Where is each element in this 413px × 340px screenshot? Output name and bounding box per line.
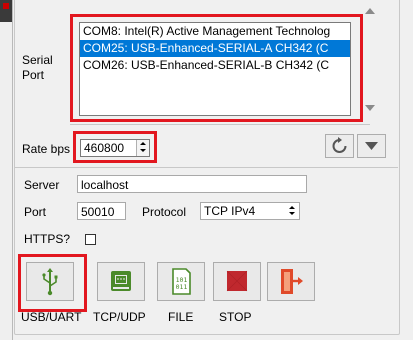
port-input[interactable]: 50010 <box>77 202 126 220</box>
rate-label: Rate bps <box>22 142 71 156</box>
binary-file-icon: 101 011 <box>172 268 191 295</box>
usb-uart-button[interactable] <box>26 262 74 301</box>
svg-text:011: 011 <box>176 283 188 291</box>
network-board-icon <box>111 271 131 291</box>
separator <box>15 167 398 168</box>
serial-port-item[interactable]: COM25: USB-Enhanced-SERIAL-A CH342 (C <box>80 40 350 57</box>
rate-spinbox[interactable]: 460800 <box>80 139 150 157</box>
options-dropdown-button[interactable] <box>357 134 386 158</box>
serial-port-label-line1: Serial <box>22 53 53 67</box>
server-label: Server <box>24 178 60 192</box>
spin-up-icon[interactable] <box>140 142 146 145</box>
scroll-up-arrow[interactable] <box>365 8 375 14</box>
tcp-udp-caption: TCP/UDP <box>93 310 146 324</box>
serial-port-list[interactable]: COM8: Intel(R) Active Management Technol… <box>79 22 351 116</box>
protocol-select[interactable]: TCP IPv4 <box>200 202 300 220</box>
exit-button[interactable] <box>267 262 315 301</box>
port-label: Port <box>24 205 47 219</box>
tcp-udp-button[interactable] <box>97 262 145 301</box>
left-edge-panel <box>0 0 13 340</box>
usb-uart-caption: USB/UART <box>21 310 82 324</box>
usb-icon <box>42 268 58 296</box>
refresh-button[interactable] <box>325 134 354 158</box>
protocol-value: TCP IPv4 <box>204 204 256 218</box>
select-spin-icon <box>287 205 297 215</box>
https-label: HTTPS? <box>24 232 71 246</box>
stop-caption: STOP <box>219 310 252 324</box>
serial-port-label-line2: Port <box>22 68 45 82</box>
separator <box>70 124 370 125</box>
triangle-down-icon <box>365 142 378 150</box>
exit-icon <box>281 269 303 294</box>
scroll-down-arrow[interactable] <box>365 105 375 111</box>
rate-value: 460800 <box>84 141 125 155</box>
refresh-icon <box>332 137 347 153</box>
serial-port-item[interactable]: COM8: Intel(R) Active Management Technol… <box>80 23 350 40</box>
stop-button[interactable] <box>213 262 261 301</box>
stop-icon <box>226 270 248 292</box>
server-input[interactable]: localhost <box>77 175 307 193</box>
file-caption: FILE <box>168 310 194 324</box>
spin-down-icon[interactable] <box>140 149 146 152</box>
serial-port-item[interactable]: COM26: USB-Enhanced-SERIAL-B CH342 (C <box>80 57 350 74</box>
file-button[interactable]: 101 011 <box>157 262 205 301</box>
protocol-label: Protocol <box>142 205 187 219</box>
https-checkbox[interactable] <box>85 234 96 245</box>
rate-spin-buttons[interactable] <box>136 140 149 156</box>
left-edge-marker <box>3 3 9 9</box>
